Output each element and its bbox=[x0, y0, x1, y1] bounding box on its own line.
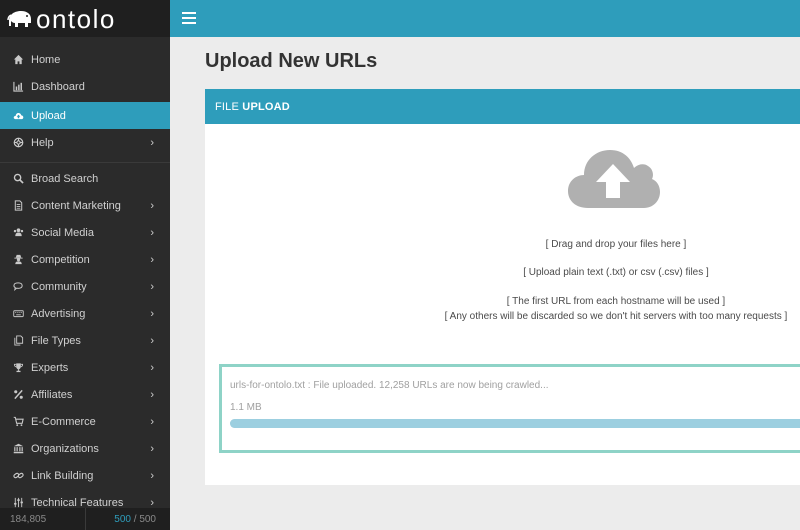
sidebar-item-label: Link Building bbox=[31, 469, 94, 482]
sidebar-item-e-commerce[interactable]: E-Commerce › bbox=[0, 408, 170, 435]
quota: 500 / 500 bbox=[86, 514, 170, 525]
sidebar-item-organizations[interactable]: Organizations › bbox=[0, 435, 170, 462]
sidebar: ontolo Home Dashboard Upload Help › Broa… bbox=[0, 0, 170, 530]
sidebar-item-upload[interactable]: Upload bbox=[0, 102, 170, 129]
sidebar-item-label: Competition bbox=[31, 253, 90, 266]
sliders-icon bbox=[12, 497, 24, 509]
keyboard-icon bbox=[12, 308, 24, 320]
sidebar-item-label: E-Commerce bbox=[31, 415, 96, 428]
sidebar-item-label: File Types bbox=[31, 334, 81, 347]
elephant-logo-icon bbox=[7, 10, 31, 27]
discard-instruction: [ Any others will be discarded so we don… bbox=[444, 311, 788, 322]
sidebar-item-file-types[interactable]: File Types › bbox=[0, 327, 170, 354]
page-title-bold: New URLs bbox=[278, 50, 378, 72]
sidebar-item-content-marketing[interactable]: Content Marketing › bbox=[0, 192, 170, 219]
trophy-icon bbox=[12, 362, 24, 374]
chevron-right-icon: › bbox=[150, 415, 154, 428]
home-icon bbox=[12, 54, 24, 66]
sidebar-item-label: Social Media bbox=[31, 226, 94, 239]
logo[interactable]: ontolo bbox=[0, 0, 170, 37]
bar-chart-icon bbox=[12, 81, 24, 93]
sidebar-item-experts[interactable]: Experts › bbox=[0, 354, 170, 381]
percent-icon bbox=[12, 389, 24, 401]
sidebar-footer: 184,805 500 / 500 bbox=[0, 508, 170, 530]
sidebar-item-community[interactable]: Community › bbox=[0, 273, 170, 300]
file-upload-panel: FILE UPLOAD [ Drag and drop your files h… bbox=[205, 89, 800, 485]
sidebar-item-competition[interactable]: Competition › bbox=[0, 246, 170, 273]
menu-toggle-icon[interactable] bbox=[182, 12, 196, 24]
chevron-right-icon: › bbox=[150, 253, 154, 266]
users-icon bbox=[12, 227, 24, 239]
file-size: 1.1 MB bbox=[230, 402, 262, 413]
file-type-instruction: [ Upload plain text (.txt) or csv (.csv)… bbox=[523, 267, 709, 278]
sidebar-item-label: Community bbox=[31, 280, 87, 293]
chevron-right-icon: › bbox=[150, 136, 154, 149]
page-title: Upload New URLs bbox=[205, 50, 377, 73]
cart-icon bbox=[12, 416, 24, 428]
chevron-right-icon: › bbox=[150, 469, 154, 482]
sidebar-item-label: Help bbox=[31, 136, 54, 149]
quota-total: 500 bbox=[139, 513, 156, 525]
hostname-instruction: [ The first URL from each hostname will … bbox=[506, 296, 726, 307]
sidebar-item-label: Affiliates bbox=[31, 388, 73, 401]
cloud-upload-icon[interactable] bbox=[568, 146, 660, 210]
sidebar-item-label: Content Marketing bbox=[31, 199, 121, 212]
files-icon bbox=[12, 335, 24, 347]
chevron-right-icon: › bbox=[150, 307, 154, 320]
sidebar-item-label: Home bbox=[31, 53, 61, 66]
sidebar-item-label: Broad Search bbox=[31, 172, 99, 185]
sidebar-item-label: Upload bbox=[31, 109, 66, 122]
chevron-right-icon: › bbox=[150, 442, 154, 455]
user-secret-icon bbox=[12, 254, 24, 266]
chevron-right-icon: › bbox=[150, 388, 154, 401]
upload-progress-bar bbox=[230, 419, 800, 428]
document-icon bbox=[12, 200, 24, 212]
chevron-right-icon: › bbox=[150, 334, 154, 347]
sidebar-item-home[interactable]: Home bbox=[0, 46, 170, 73]
chevron-right-icon: › bbox=[150, 199, 154, 212]
uploaded-file-item: urls-for-ontolo.txt : File uploaded. 12,… bbox=[219, 364, 800, 453]
quota-used: 500 bbox=[114, 513, 131, 525]
upload-progress-fill bbox=[230, 419, 800, 428]
sidebar-nav: Home Dashboard Upload Help › Broad Searc… bbox=[0, 37, 170, 516]
drop-instruction: [ Drag and drop your files here ] bbox=[545, 239, 687, 250]
brand-name: ontolo bbox=[36, 3, 116, 34]
sidebar-item-affiliates[interactable]: Affiliates › bbox=[0, 381, 170, 408]
sidebar-item-label: Dashboard bbox=[31, 80, 85, 93]
file-status: urls-for-ontolo.txt : File uploaded. 12,… bbox=[230, 380, 549, 391]
sidebar-item-social-media[interactable]: Social Media › bbox=[0, 219, 170, 246]
panel-header-light: FILE bbox=[215, 100, 240, 113]
bank-icon bbox=[12, 443, 24, 455]
sidebar-item-label: Technical Features bbox=[31, 496, 124, 509]
chevron-right-icon: › bbox=[150, 496, 154, 509]
sidebar-item-dashboard[interactable]: Dashboard bbox=[0, 73, 170, 100]
sidebar-item-label: Advertising bbox=[31, 307, 86, 320]
comments-icon bbox=[12, 281, 24, 293]
chevron-right-icon: › bbox=[150, 226, 154, 239]
sidebar-item-broad-search[interactable]: Broad Search bbox=[0, 165, 170, 192]
sidebar-item-label: Experts bbox=[31, 361, 69, 374]
url-count: 184,805 bbox=[0, 508, 86, 530]
panel-header-bold: UPLOAD bbox=[242, 100, 290, 113]
top-bar bbox=[170, 0, 800, 37]
sidebar-item-link-building[interactable]: Link Building › bbox=[0, 462, 170, 489]
panel-header: FILE UPLOAD bbox=[205, 89, 800, 124]
page-title-light: Upload bbox=[205, 50, 279, 72]
sidebar-item-label: Organizations bbox=[31, 442, 99, 455]
chevron-right-icon: › bbox=[150, 280, 154, 293]
search-icon bbox=[12, 173, 24, 185]
cloud-upload-icon bbox=[12, 110, 24, 122]
link-icon bbox=[12, 470, 24, 482]
chevron-right-icon: › bbox=[150, 361, 154, 374]
sidebar-item-help[interactable]: Help › bbox=[0, 129, 170, 156]
lifebuoy-icon bbox=[12, 137, 24, 149]
sidebar-item-advertising[interactable]: Advertising › bbox=[0, 300, 170, 327]
